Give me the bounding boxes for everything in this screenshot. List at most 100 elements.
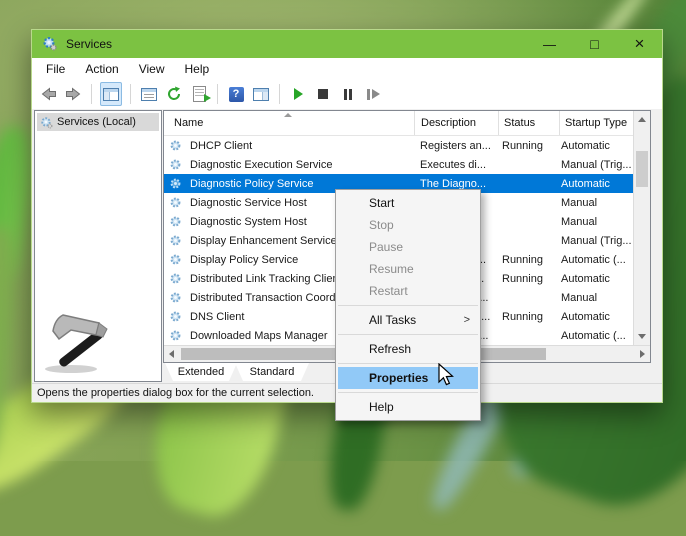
sort-ascending-icon [284,113,292,117]
menu-separator [338,334,478,335]
service-row[interactable]: Diagnostic Execution Service Executes di.… [164,155,633,174]
service-row[interactable]: DHCP Client Registers an... Running Automat… [164,136,633,155]
service-name: Downloaded Maps Manager [190,329,328,343]
service-description: Executes di... [420,158,498,172]
service-startup-type: Manual [561,291,635,305]
menu-item-start[interactable]: Start [336,192,480,214]
export-list-icon[interactable] [189,83,209,105]
service-name: DHCP Client [190,139,252,153]
column-header-name[interactable]: Name [174,117,203,129]
service-startup-type: Manual [561,215,635,229]
service-name: Diagnostic Execution Service [190,158,332,172]
properties-icon[interactable] [139,83,159,105]
back-icon[interactable] [38,83,58,105]
scroll-up-icon[interactable] [638,117,646,122]
service-gear-icon [169,139,182,156]
service-gear-icon [169,177,182,194]
service-gear-icon [169,196,182,213]
services-app-icon [42,36,58,52]
vertical-scroll-thumb[interactable] [636,151,648,187]
service-name: Diagnostic Service Host [190,196,307,210]
service-name: DNS Client [190,310,244,324]
forward-icon[interactable] [63,83,83,105]
show-hide-action-pane-icon[interactable] [251,83,271,105]
service-startup-type: Automatic [561,272,635,286]
service-name: Distributed Link Tracking Client [190,272,342,286]
menu-item-properties[interactable]: Properties [338,367,478,389]
menu-separator [338,392,478,393]
service-status: Running [502,139,543,153]
refresh-icon[interactable] [164,83,184,105]
tab-extended[interactable]: Extended [165,363,237,381]
menu-action[interactable]: Action [75,60,128,78]
pause-service-icon[interactable] [338,83,358,105]
menu-item-all-tasks[interactable]: All Tasks> [336,309,480,331]
service-startup-type: Manual (Trig... [561,234,635,248]
service-gear-icon [169,329,182,346]
mouse-cursor [437,363,455,392]
window-title: Services [66,37,112,51]
menu-item-refresh[interactable]: Refresh [336,338,480,360]
title-bar[interactable]: Services — □ × [32,30,662,58]
service-description: Registers an... [420,139,498,153]
close-button[interactable]: × [617,30,662,58]
menu-file[interactable]: File [36,60,75,78]
menu-item-label: Help [369,400,394,414]
menu-item-label: Resume [369,262,414,276]
service-gear-icon [169,234,182,251]
start-service-icon[interactable] [288,83,308,105]
service-gear-icon [169,158,182,175]
service-startup-type: Automatic [561,177,635,191]
menu-bar: File Action View Help [32,58,662,79]
menu-item-label: Refresh [369,342,411,356]
menu-item-label: Restart [369,284,408,298]
service-gear-icon [169,272,182,289]
service-startup-type: Automatic [561,310,635,324]
menu-item-pause: Pause [336,236,480,258]
column-header-startup-type[interactable]: Startup Type [565,117,627,129]
scroll-down-icon[interactable] [638,334,646,339]
services-node-icon [40,116,53,129]
menu-item-label: Stop [369,218,394,232]
service-startup-type: Automatic [561,139,635,153]
column-header-description[interactable]: Description [421,117,476,129]
menu-item-help[interactable]: Help [336,396,480,418]
menu-item-label: Pause [369,240,403,254]
list-header: Name Description Status Startup Type [164,111,633,136]
menu-view[interactable]: View [129,60,175,78]
service-startup-type: Automatic (... [561,329,635,343]
tab-standard[interactable]: Standard [235,363,309,381]
service-name: Display Policy Service [190,253,298,267]
service-name: Diagnostic Policy Service [190,177,314,191]
status-text: Opens the properties dialog box for the … [37,387,314,399]
restart-service-icon[interactable] [363,83,383,105]
menu-help[interactable]: Help [175,60,220,78]
hammer-icon [41,309,121,380]
vertical-scrollbar[interactable] [633,111,650,345]
minimize-button[interactable]: — [527,30,572,58]
stop-service-icon[interactable] [313,83,333,105]
service-gear-icon [169,310,182,327]
service-startup-type: Automatic (... [561,253,635,267]
service-gear-icon [169,253,182,270]
service-status: Running [502,253,543,267]
service-gear-icon [169,291,182,308]
service-startup-type: Manual [561,196,635,210]
scroll-left-icon[interactable] [169,350,174,358]
service-name: Diagnostic System Host [190,215,307,229]
menu-item-restart: Restart [336,280,480,302]
scroll-right-icon[interactable] [640,350,645,358]
menu-item-resume: Resume [336,258,480,280]
service-name: Display Enhancement Service [190,234,337,248]
menu-separator [338,305,478,306]
maximize-button[interactable]: □ [572,30,617,58]
help-icon[interactable]: ? [226,83,246,105]
column-header-status[interactable]: Status [504,117,535,129]
tree-item-label: Services (Local) [57,116,136,128]
show-hide-console-tree-icon[interactable] [100,82,122,106]
tree-item-services-local[interactable]: Services (Local) [37,113,159,131]
service-status: Running [502,272,543,286]
console-tree-panel: Services (Local) [34,110,162,382]
menu-item-stop: Stop [336,214,480,236]
context-menu: Start Stop Pause Resume Restart All Tasks> Ref… [335,189,481,421]
